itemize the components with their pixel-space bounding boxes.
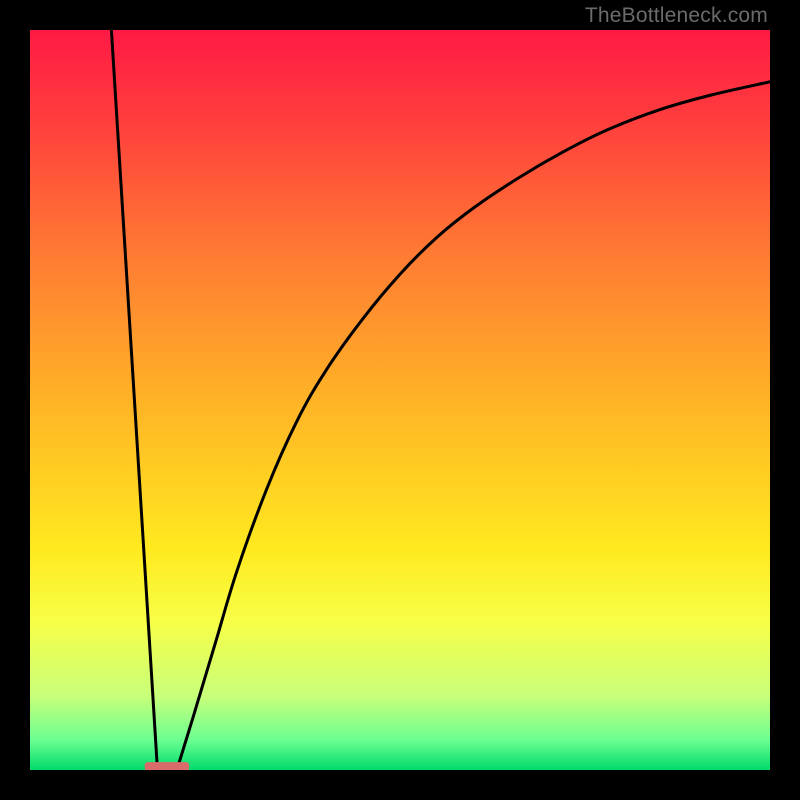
marker-pill: [145, 762, 189, 770]
chart-frame: TheBottleneck.com: [0, 0, 800, 800]
watermark-text: TheBottleneck.com: [585, 4, 768, 28]
plot-area: [30, 30, 770, 770]
gradient-background: [30, 30, 770, 770]
chart-svg: [30, 30, 770, 770]
bottleneck-marker: [145, 762, 189, 770]
